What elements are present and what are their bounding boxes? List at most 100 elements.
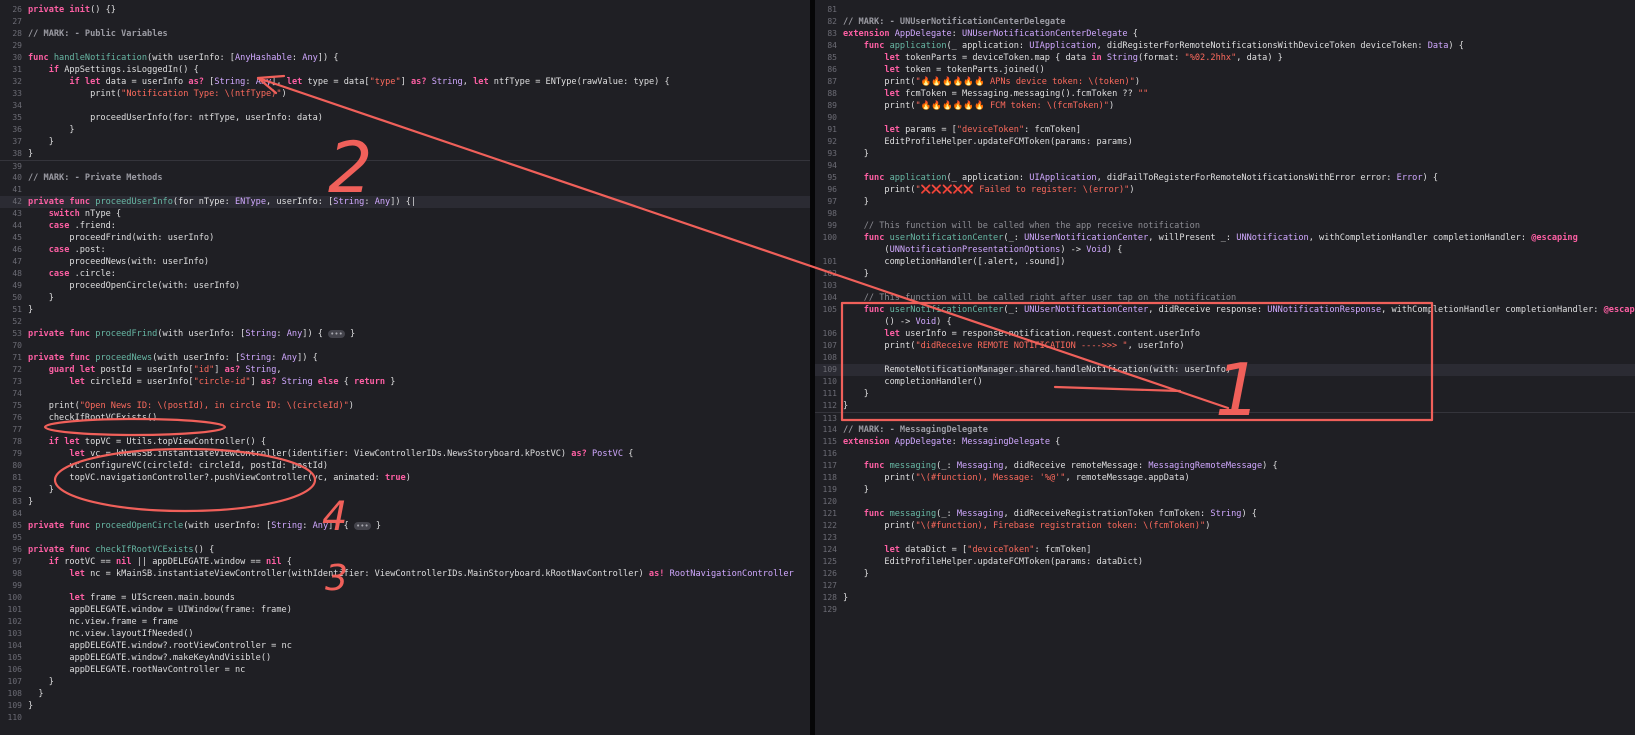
code-line[interactable]: 74 — [0, 388, 810, 400]
code-line[interactable]: 78 if let topVC = Utils.topViewControlle… — [0, 436, 810, 448]
code-line[interactable]: 128} — [815, 592, 1635, 604]
code-line[interactable]: 89 print("🔥🔥🔥🔥🔥🔥 FCM token: \(fcmToken)"… — [815, 100, 1635, 112]
code-line[interactable]: 95 — [0, 532, 810, 544]
code-line[interactable]: 103 — [815, 280, 1635, 292]
code-line[interactable]: 105 func userNotificationCenter(_: UNUse… — [815, 304, 1635, 316]
code-line[interactable]: 129 — [815, 604, 1635, 616]
code-line[interactable]: 103 nc.view.layoutIfNeeded() — [0, 628, 810, 640]
code-line[interactable]: 97 if rootVC == nil || appDELEGATE.windo… — [0, 556, 810, 568]
code-line[interactable]: 72 guard let postId = userInfo["id"] as?… — [0, 364, 810, 376]
code-line[interactable]: 49 proceedOpenCircle(with: userInfo) — [0, 280, 810, 292]
code-line[interactable]: 43 switch nType { — [0, 208, 810, 220]
code-line[interactable]: 123 — [815, 532, 1635, 544]
code-line[interactable]: 94 — [815, 160, 1635, 172]
code-line[interactable]: 80 vc.configureVC(circleId: circleId, po… — [0, 460, 810, 472]
code-line[interactable]: 30 func handleNotification(with userInfo:… — [0, 52, 810, 64]
folded-code-badge[interactable]: ••• — [354, 522, 371, 530]
code-line[interactable]: 83 extension AppDelegate: UNUserNotificat… — [815, 28, 1635, 40]
code-line[interactable]: 32 if let data = userInfo as? [String: A… — [0, 76, 810, 88]
code-line[interactable]: 126 } — [815, 568, 1635, 580]
code-line[interactable]: 96 print("❌❌❌❌❌ Failed to register: \(er… — [815, 184, 1635, 196]
code-line[interactable]: 99 // This function will be called when … — [815, 220, 1635, 232]
code-line[interactable]: 82 // MARK: - UNUserNotificationCenterDel… — [815, 16, 1635, 28]
code-line[interactable]: 101 appDELEGATE.window = UIWindow(frame:… — [0, 604, 810, 616]
code-line[interactable]: 98 — [815, 208, 1635, 220]
code-line[interactable]: 98 let nc = kMainSB.instantiateViewContr… — [0, 568, 810, 580]
code-line[interactable]: 117 func messaging(_: Messaging, didRece… — [815, 460, 1635, 472]
folded-code-badge[interactable]: ••• — [328, 330, 345, 338]
code-line[interactable]: 38} — [0, 148, 810, 160]
code-line[interactable]: 48 case .circle: — [0, 268, 810, 280]
code-line[interactable]: 109} — [0, 700, 810, 712]
code-line[interactable]: 27 — [0, 16, 810, 28]
code-line[interactable]: 104 // This function will be called righ… — [815, 292, 1635, 304]
code-line[interactable]: 100 func userNotificationCenter(_: UNUse… — [815, 232, 1635, 244]
code-line[interactable]: 119 } — [815, 484, 1635, 496]
code-line[interactable]: 105 appDELEGATE.window?.makeKeyAndVisibl… — [0, 652, 810, 664]
code-line[interactable]: 77 — [0, 424, 810, 436]
code-line[interactable]: 42 private func proceedUserInfo(for nType… — [0, 196, 810, 208]
code-line[interactable]: 34 — [0, 100, 810, 112]
code-line[interactable]: 107 print("didReceive REMOTE NOTIFICATIO… — [815, 340, 1635, 352]
code-line[interactable]: 93 } — [815, 148, 1635, 160]
code-line[interactable]: 124 let dataDict = ["deviceToken": fcmTo… — [815, 544, 1635, 556]
code-line[interactable]: 84 — [0, 508, 810, 520]
code-line[interactable]: 88 let fcmToken = Messaging.messaging().… — [815, 88, 1635, 100]
code-line[interactable]: 111 } — [815, 388, 1635, 400]
code-line[interactable]: 37 } — [0, 136, 810, 148]
code-line[interactable]: 46 case .post: — [0, 244, 810, 256]
code-line[interactable]: 122 print("\(#function), Firebase regist… — [815, 520, 1635, 532]
code-line[interactable]: 108 } — [0, 688, 810, 700]
code-line[interactable]: 40 // MARK: - Private Methods — [0, 172, 810, 184]
code-line[interactable]: 51} — [0, 304, 810, 316]
code-line[interactable]: (UNNotificationPresentationOptions) -> V… — [815, 244, 1635, 256]
code-line[interactable]: 99 — [0, 580, 810, 592]
code-line[interactable]: 90 — [815, 112, 1635, 124]
code-line[interactable]: 92 EditProfileHelper.updateFCMToken(para… — [815, 136, 1635, 148]
code-line[interactable]: 118 print("\(#function), Message: '%@'",… — [815, 472, 1635, 484]
code-line[interactable]: 44 case .friend: — [0, 220, 810, 232]
code-line[interactable]: 53 private func proceedFrind(with userInf… — [0, 328, 810, 340]
code-line[interactable]: 71 private func proceedNews(with userInfo… — [0, 352, 810, 364]
code-line[interactable]: 29 — [0, 40, 810, 52]
code-line[interactable]: 110 — [0, 712, 810, 724]
code-line[interactable]: 106 appDELEGATE.rootNavController = nc — [0, 664, 810, 676]
code-line[interactable]: 110 completionHandler() — [815, 376, 1635, 388]
code-line[interactable]: () -> Void) { — [815, 316, 1635, 328]
code-line[interactable]: 97 } — [815, 196, 1635, 208]
code-line[interactable]: 114 // MARK: - MessagingDelegate — [815, 424, 1635, 436]
code-line[interactable]: 33 print("Notification Type: \(ntfType)"… — [0, 88, 810, 100]
code-line[interactable]: 106 let userInfo = response.notification… — [815, 328, 1635, 340]
code-line[interactable]: 102 } — [815, 268, 1635, 280]
code-line[interactable]: 86 let token = tokenParts.joined() — [815, 64, 1635, 76]
code-line[interactable]: 109 RemoteNotificationManager.shared.han… — [815, 364, 1635, 376]
code-line[interactable]: 35 proceedUserInfo(for: ntfType, userInf… — [0, 112, 810, 124]
code-line[interactable]: 81 topVC.navigationController?.pushViewC… — [0, 472, 810, 484]
code-line[interactable]: 52 — [0, 316, 810, 328]
left-editor-pane[interactable]: 26 private init() {} 27 28// MARK: - Public… — [0, 0, 810, 735]
code-line[interactable]: 79 let vc = kNewsSB.instantiateViewContr… — [0, 448, 810, 460]
code-line[interactable]: 91 let params = ["deviceToken": fcmToken… — [815, 124, 1635, 136]
code-line[interactable]: 101 completionHandler([.alert, .sound]) — [815, 256, 1635, 268]
code-line[interactable]: 127 — [815, 580, 1635, 592]
code-line[interactable]: 104 appDELEGATE.window?.rootViewControll… — [0, 640, 810, 652]
code-line[interactable]: 36 } — [0, 124, 810, 136]
code-line[interactable]: 82 } — [0, 484, 810, 496]
code-line[interactable]: 87 print("🔥🔥🔥🔥🔥🔥 APNs device token: \(to… — [815, 76, 1635, 88]
code-line[interactable]: 81 — [815, 4, 1635, 16]
code-line[interactable]: 102 nc.view.frame = frame — [0, 616, 810, 628]
code-line[interactable]: 84 func application(_ application: UIApp… — [815, 40, 1635, 52]
code-line[interactable]: 70 — [0, 340, 810, 352]
code-line[interactable]: 116 — [815, 448, 1635, 460]
code-line[interactable]: 75 print("Open News ID: \(postId), in ci… — [0, 400, 810, 412]
code-line[interactable]: 95 func application(_ application: UIApp… — [815, 172, 1635, 184]
code-line[interactable]: 76 checkIfRootVCExists() — [0, 412, 810, 424]
code-line[interactable]: 45 proceedFrind(with: userInfo) — [0, 232, 810, 244]
code-line[interactable]: 112} — [815, 400, 1635, 412]
code-line[interactable]: 47 proceedNews(with: userInfo) — [0, 256, 810, 268]
code-line[interactable]: 50 } — [0, 292, 810, 304]
code-line[interactable]: 125 EditProfileHelper.updateFCMToken(par… — [815, 556, 1635, 568]
code-line[interactable]: 41 — [0, 184, 810, 196]
code-line[interactable]: 121 func messaging(_: Messaging, didRece… — [815, 508, 1635, 520]
code-line[interactable]: 115 extension AppDelegate: MessagingDeleg… — [815, 436, 1635, 448]
